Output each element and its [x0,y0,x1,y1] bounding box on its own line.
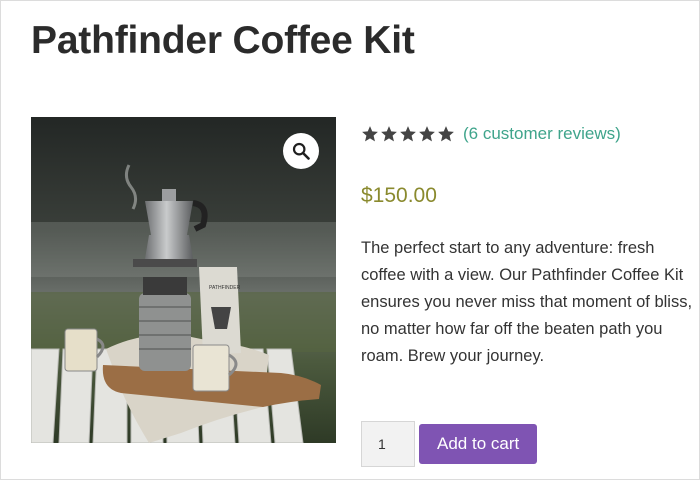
product-price: $150.00 [361,184,437,207]
reviews-link[interactable]: (6 customer reviews) [463,124,621,144]
star-rating [361,125,455,143]
star-icon [438,126,454,142]
star-icon [400,126,416,142]
product-title: Pathfinder Coffee Kit [31,19,415,62]
star-icon [419,126,435,142]
star-icon [381,126,397,142]
quantity-input[interactable] [361,421,415,467]
zoom-button[interactable] [283,133,319,169]
package-label: PATHFINDER [209,285,241,291]
rating-row: (6 customer reviews) [361,123,691,145]
product-summary: (6 customer reviews) [361,123,691,145]
add-to-cart-form: Add to cart [361,421,538,467]
product-page: Pathfinder Coffee Kit PATHFINDER (6 cust… [0,0,700,480]
product-description: The perfect start to any adventure: fres… [361,239,693,365]
magnifier-icon [292,142,310,160]
star-icon [362,126,378,142]
add-to-cart-button[interactable]: Add to cart [419,424,538,464]
